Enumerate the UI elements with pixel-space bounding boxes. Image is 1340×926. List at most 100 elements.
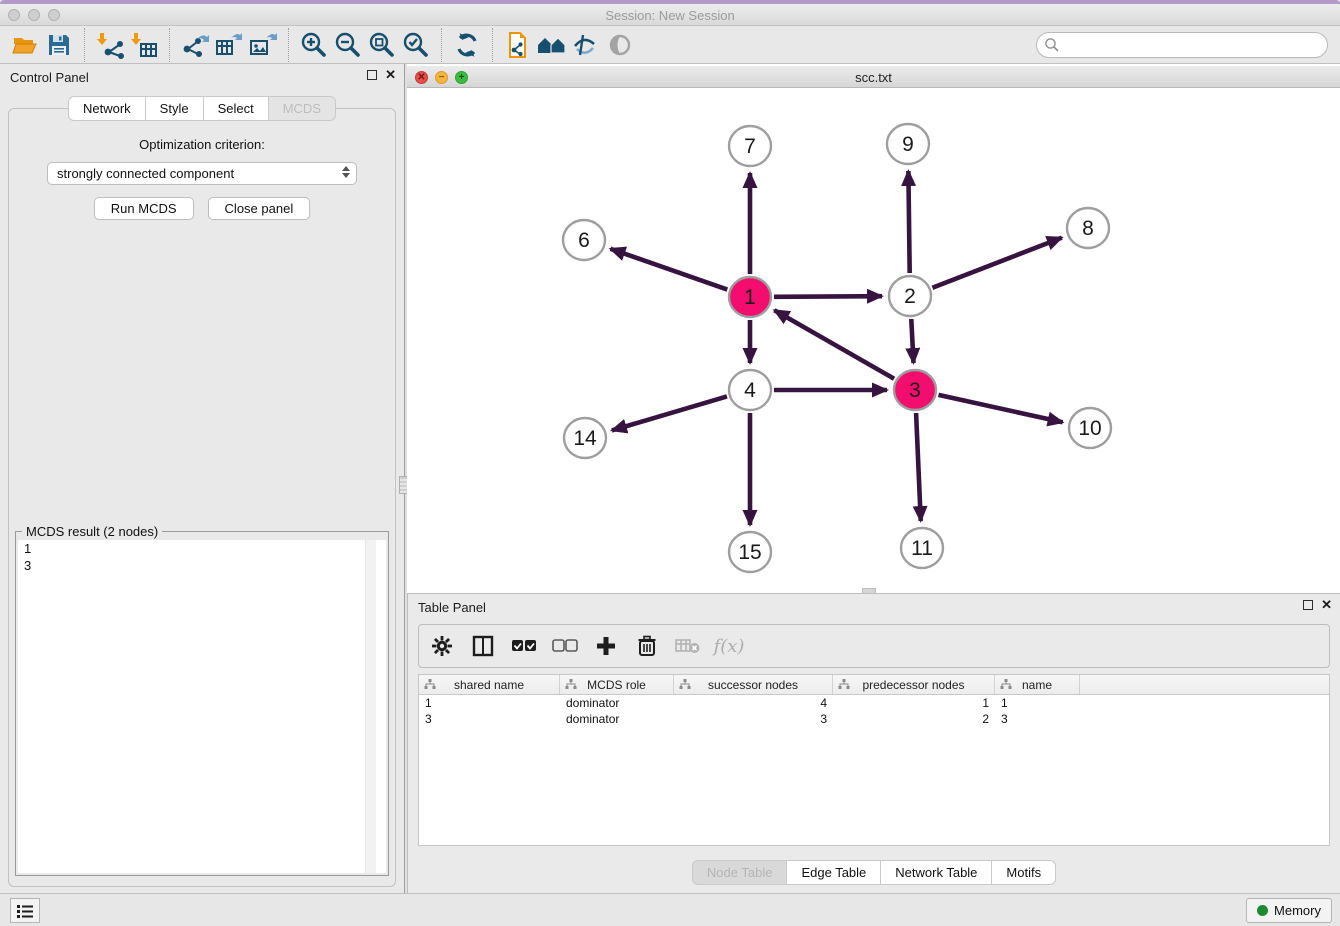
network-window-titlebar[interactable]: ✕ − + scc.txt: [407, 66, 1340, 88]
zoom-out-icon: [334, 31, 362, 59]
edge-1-6[interactable]: [610, 249, 727, 290]
add-row-button[interactable]: [593, 633, 619, 659]
fx-icon: f(x): [714, 636, 745, 657]
run-mcds-button[interactable]: Run MCDS: [94, 197, 194, 220]
node-label: 4: [744, 379, 756, 402]
column-header-successor-nodes[interactable]: successor nodes: [674, 675, 833, 694]
table-cell[interactable]: 3: [674, 711, 833, 727]
zoom-in-button[interactable]: [297, 29, 331, 61]
edge-1-2[interactable]: [774, 296, 882, 297]
float-panel-icon[interactable]: [367, 70, 377, 80]
select-all-button[interactable]: [511, 633, 537, 659]
search-input[interactable]: [1036, 32, 1328, 58]
zoom-out-button[interactable]: [331, 29, 365, 61]
style-eye-icon: [571, 32, 601, 58]
tab-edge-table[interactable]: Edge Table: [787, 860, 881, 885]
tab-motifs[interactable]: Motifs: [992, 860, 1056, 885]
criterion-select[interactable]: strongly connected component: [47, 162, 357, 185]
edge-2-8[interactable]: [932, 238, 1061, 288]
refresh-icon: [454, 32, 480, 58]
graph-node-11[interactable]: 11: [901, 528, 943, 568]
table-cell[interactable]: dominator: [560, 711, 674, 727]
table-cell[interactable]: 1: [833, 695, 995, 711]
hide-panel-button[interactable]: [603, 29, 637, 61]
close-panel-icon[interactable]: ✕: [385, 70, 396, 80]
delete-table-button[interactable]: [675, 633, 701, 659]
edge-3-11[interactable]: [916, 413, 921, 521]
mcds-result-list[interactable]: 13: [18, 540, 386, 873]
hierarchy-icon: [838, 679, 850, 690]
apply-layout-button[interactable]: [450, 29, 484, 61]
column-header-MCDS-role[interactable]: MCDS role: [560, 675, 674, 694]
result-scrollbar[interactable]: [365, 540, 376, 873]
graph-node-15[interactable]: 15: [729, 532, 771, 572]
column-header-name[interactable]: name: [995, 675, 1080, 694]
export-image-button[interactable]: [246, 29, 280, 61]
graph-node-9[interactable]: 9: [887, 124, 929, 164]
main-toolbar: [0, 27, 1340, 64]
close-panel-button[interactable]: Close panel: [208, 197, 311, 220]
column-header-predecessor-nodes[interactable]: predecessor nodes: [833, 675, 995, 694]
export-network-button[interactable]: [178, 29, 212, 61]
node-table[interactable]: shared nameMCDS rolesuccessor nodesprede…: [418, 674, 1330, 846]
graph-node-1[interactable]: 1: [729, 277, 771, 317]
import-table-button[interactable]: [127, 29, 161, 61]
tab-network[interactable]: Network: [68, 96, 146, 121]
table-cell[interactable]: dominator: [560, 695, 674, 711]
unselect-all-button[interactable]: [552, 633, 578, 659]
table-row[interactable]: 1dominator411: [419, 695, 1329, 711]
table-cell[interactable]: 1: [419, 695, 560, 711]
delete-row-button[interactable]: [634, 633, 660, 659]
node-label: 3: [909, 379, 921, 402]
graph-node-7[interactable]: 7: [729, 126, 771, 166]
control-panel-title: Control Panel: [10, 70, 89, 85]
column-visibility-button[interactable]: [470, 633, 496, 659]
zoom-selected-button[interactable]: [399, 29, 433, 61]
hierarchy-icon: [565, 679, 577, 690]
graph-node-3[interactable]: 3: [894, 370, 936, 410]
table-cell[interactable]: 3: [995, 711, 1080, 727]
edge-3-1[interactable]: [774, 310, 894, 378]
save-session-button[interactable]: [42, 29, 76, 61]
import-network-button[interactable]: [93, 29, 127, 61]
edge-2-3[interactable]: [911, 319, 913, 363]
hierarchy-icon: [1000, 679, 1012, 690]
table-cell[interactable]: 4: [674, 695, 833, 711]
network-canvas[interactable]: 7 9 6 8 1 2 4 3 14 10 15 11: [407, 88, 1340, 593]
style-preview-button[interactable]: [569, 29, 603, 61]
graph-node-8[interactable]: 8: [1067, 208, 1109, 248]
close-table-panel-icon[interactable]: ✕: [1321, 600, 1332, 610]
table-cell[interactable]: 2: [833, 711, 995, 727]
control-panel: Control Panel ✕ Network Style Select MCD…: [0, 64, 404, 893]
tab-mcds[interactable]: MCDS: [269, 96, 336, 121]
clone-network-button[interactable]: [501, 29, 535, 61]
graph-node-4[interactable]: 4: [729, 370, 771, 410]
node-label: 8: [1082, 217, 1094, 240]
graph-node-6[interactable]: 6: [563, 220, 605, 260]
table-panel-title: Table Panel: [418, 600, 486, 615]
memory-button[interactable]: Memory: [1246, 898, 1332, 923]
edge-2-9[interactable]: [908, 171, 909, 273]
tab-style[interactable]: Style: [146, 96, 204, 121]
apply-function-button[interactable]: f(x): [716, 633, 742, 659]
open-session-button[interactable]: [8, 29, 42, 61]
graph-node-10[interactable]: 10: [1069, 408, 1111, 448]
task-history-button[interactable]: [10, 898, 40, 923]
table-cell[interactable]: 3: [419, 711, 560, 727]
edge-4-14[interactable]: [612, 396, 727, 430]
column-header-shared-name[interactable]: shared name: [419, 675, 560, 694]
graph-node-14[interactable]: 14: [564, 418, 606, 458]
float-table-panel-icon[interactable]: [1303, 600, 1313, 610]
tab-network-table[interactable]: Network Table: [881, 860, 992, 885]
tab-node-table[interactable]: Node Table: [692, 860, 788, 885]
table-row[interactable]: 3dominator323: [419, 711, 1329, 727]
criterion-selected-value: strongly connected component: [57, 166, 234, 181]
table-settings-button[interactable]: [429, 633, 455, 659]
graph-node-2[interactable]: 2: [889, 276, 931, 316]
edge-3-10[interactable]: [938, 395, 1062, 422]
export-table-button[interactable]: [212, 29, 246, 61]
zoom-fit-button[interactable]: [365, 29, 399, 61]
tab-select[interactable]: Select: [204, 96, 269, 121]
reset-view-button[interactable]: [535, 29, 569, 61]
table-cell[interactable]: 1: [995, 695, 1080, 711]
